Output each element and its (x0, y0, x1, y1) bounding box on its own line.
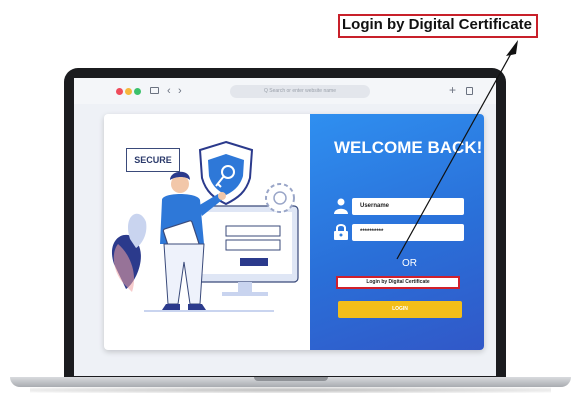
login-card: SECURE WELCOME BACK! Username **********… (104, 114, 484, 350)
forward-icon[interactable]: › (178, 84, 182, 98)
browser-toolbar: ‹ › Q Search or enter website name + (74, 78, 496, 104)
login-panel: WELCOME BACK! Username ********** OR Log… (310, 114, 484, 350)
new-tab-icon[interactable]: + (449, 83, 456, 97)
user-icon (334, 198, 348, 214)
login-button[interactable]: LOGIN (338, 301, 462, 318)
laptop-shadow (30, 387, 551, 393)
sidebar-icon[interactable] (150, 87, 159, 94)
laptop-notch (254, 377, 328, 381)
minimize-window-dot[interactable] (125, 88, 132, 95)
close-window-dot[interactable] (116, 88, 123, 95)
login-by-certificate-button[interactable]: Login by Digital Certificate (336, 276, 460, 289)
or-separator: OR (402, 258, 417, 269)
username-label: Username (360, 203, 390, 209)
back-icon[interactable]: ‹ (167, 84, 171, 98)
password-value: ********** (360, 229, 384, 235)
username-field[interactable]: Username (352, 198, 464, 215)
copy-icon[interactable] (466, 87, 473, 95)
password-field[interactable]: ********** (352, 224, 464, 241)
maximize-window-dot[interactable] (134, 88, 141, 95)
certificate-callout-label: Login by Digital Certificate (338, 14, 539, 38)
welcome-heading: WELCOME BACK! (334, 138, 483, 157)
secure-label: SECURE (126, 148, 180, 172)
lock-icon (334, 224, 348, 240)
laptop-screen: ‹ › Q Search or enter website name + SEC… (74, 78, 496, 376)
address-bar[interactable]: Q Search or enter website name (230, 85, 370, 98)
